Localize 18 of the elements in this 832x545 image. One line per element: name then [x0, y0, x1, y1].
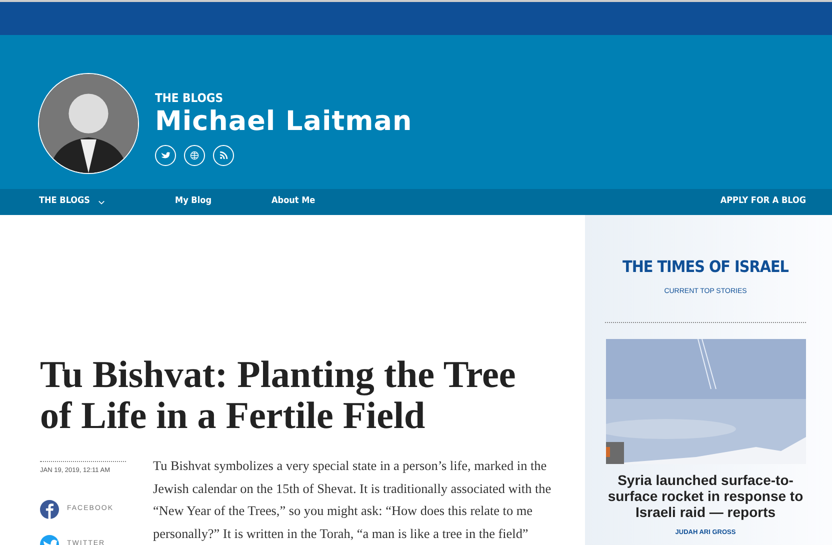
nav-link[interactable]: My Blog: [175, 195, 212, 209]
twitter-button[interactable]: [155, 144, 176, 166]
article-title: Tu Bishvat: Planting the Tree of Life in a Fertile Field: [40, 355, 517, 438]
globe-button[interactable]: [184, 144, 205, 166]
nav-link[interactable]: About Me: [272, 195, 316, 209]
site-logo: THE TIMES OF ISRAEL: [622, 256, 788, 278]
section-label: THE BLOGS: [155, 90, 224, 107]
globe-icon: [189, 150, 200, 161]
story-headline[interactable]: Syria launched surface-to-surface rocket in response to Israeli raid — reports: [605, 472, 806, 520]
caret-icon: [98, 200, 106, 204]
rss-icon: [218, 150, 229, 161]
twitter-icon: [160, 150, 171, 161]
facebook-icon: [40, 500, 59, 519]
author-name: Michael Laitman: [155, 107, 412, 137]
rss-button[interactable]: [213, 144, 234, 166]
apply-link[interactable]: APPLY FOR A BLOG: [720, 195, 806, 209]
article-text: Tu Bishvat symbolizes a very special state in a person’s life, marked in the Jewish calendar on the 15th of Shevat. It is traditionally associated with the “New Year of the Trees,” so you might ask: “How does this relate to me personally?” It is written in the Torah, “a man is like a tree in the field”: [153, 457, 552, 543]
blogs-dropdown[interactable]: THE BLOGS: [39, 195, 106, 209]
